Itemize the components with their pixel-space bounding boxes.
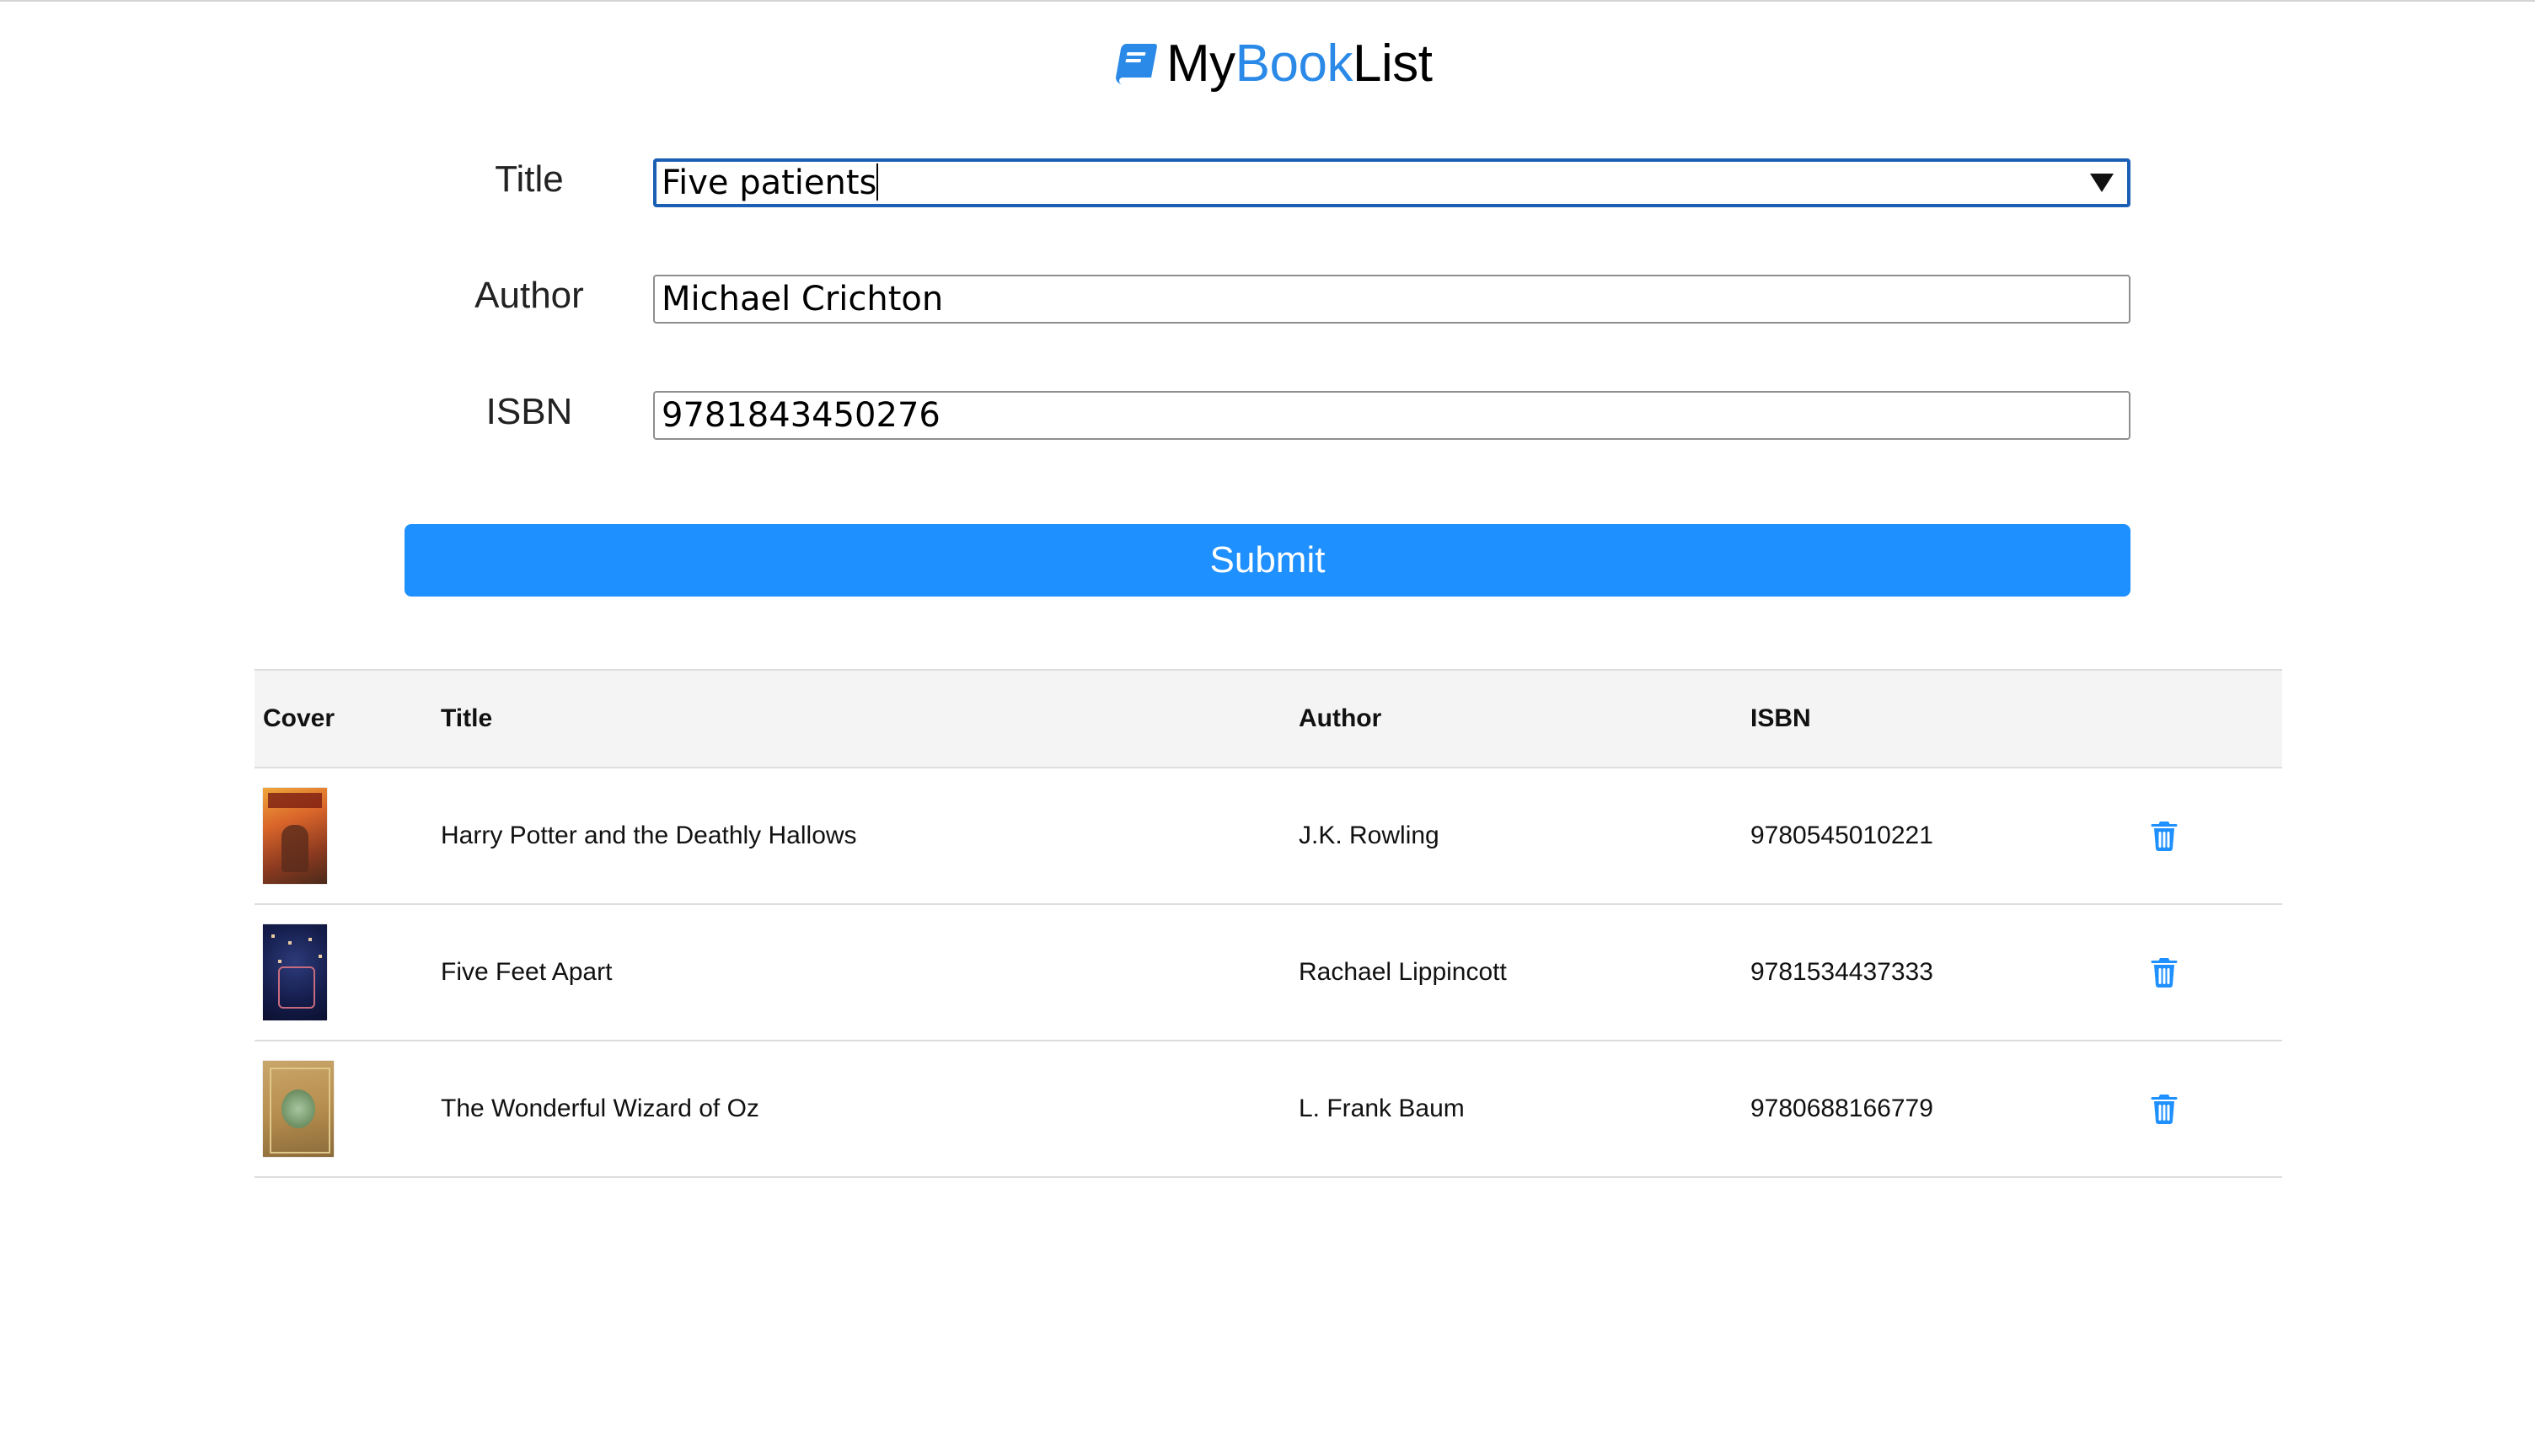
app-title: MyBookList <box>1166 32 1433 96</box>
author-label: Author <box>474 275 584 316</box>
book-author: Rachael Lippincott <box>1299 958 1507 986</box>
cover-cell <box>263 1041 334 1176</box>
isbn-label: ISBN <box>485 391 573 432</box>
delete-button[interactable] <box>2147 1041 2181 1176</box>
author-input-value: Michael Crichton <box>662 280 944 318</box>
trash-icon[interactable] <box>2151 957 2178 988</box>
book-author: J.K. Rowling <box>1299 822 1439 849</box>
logo-text-my: My <box>1166 35 1235 93</box>
app-logo: MyBookList <box>1112 32 1433 96</box>
isbn-input-value: 9781843450276 <box>662 396 941 435</box>
book-isbn: 9780545010221 <box>1750 822 1933 849</box>
page: MyBookList Title Five patients Author Mi… <box>0 0 2535 1456</box>
column-header-author: Author <box>1299 704 1382 732</box>
trash-icon[interactable] <box>2151 1094 2178 1124</box>
title-input[interactable]: Five patients <box>653 158 2130 207</box>
book-table: Cover Title Author ISBN Harry Potter and… <box>255 669 2282 1178</box>
book-author: L. Frank Baum <box>1299 1095 1465 1122</box>
book-title: Five Feet Apart <box>441 958 613 986</box>
author-input[interactable]: Michael Crichton <box>653 275 2130 324</box>
book-title: Harry Potter and the Deathly Hallows <box>441 822 857 849</box>
table-header-row: Cover Title Author ISBN <box>255 669 2282 768</box>
book-icon <box>1116 44 1157 84</box>
book-isbn: 9780688166779 <box>1750 1095 1933 1122</box>
table-row: The Wonderful Wizard of Oz L. Frank Baum… <box>255 1041 2282 1178</box>
cover-cell <box>263 768 327 903</box>
text-caret <box>876 163 879 201</box>
trash-icon[interactable] <box>2151 821 2178 851</box>
dropdown-arrow-icon[interactable] <box>2090 174 2114 192</box>
logo-text-list: List <box>1352 35 1433 93</box>
harry-potter-cover-image <box>263 788 327 884</box>
title-input-value: Five patients <box>662 163 877 202</box>
column-header-title: Title <box>441 704 493 732</box>
delete-button[interactable] <box>2147 768 2181 903</box>
logo-text-book: Book <box>1235 35 1353 93</box>
wizard-of-oz-cover-image <box>263 1061 334 1157</box>
submit-button[interactable]: Submit <box>405 524 2130 597</box>
title-label: Title <box>495 158 564 200</box>
book-title: The Wonderful Wizard of Oz <box>441 1095 759 1122</box>
delete-button[interactable] <box>2147 905 2181 1040</box>
table-row: Five Feet Apart Rachael Lippincott 97815… <box>255 905 2282 1041</box>
book-isbn: 9781534437333 <box>1750 958 1933 986</box>
column-header-cover: Cover <box>263 704 335 732</box>
cover-cell <box>263 905 327 1040</box>
table-row: Harry Potter and the Deathly Hallows J.K… <box>255 768 2282 905</box>
isbn-input[interactable]: 9781843450276 <box>653 391 2130 440</box>
five-feet-apart-cover-image <box>263 924 327 1020</box>
column-header-isbn: ISBN <box>1750 704 1811 732</box>
